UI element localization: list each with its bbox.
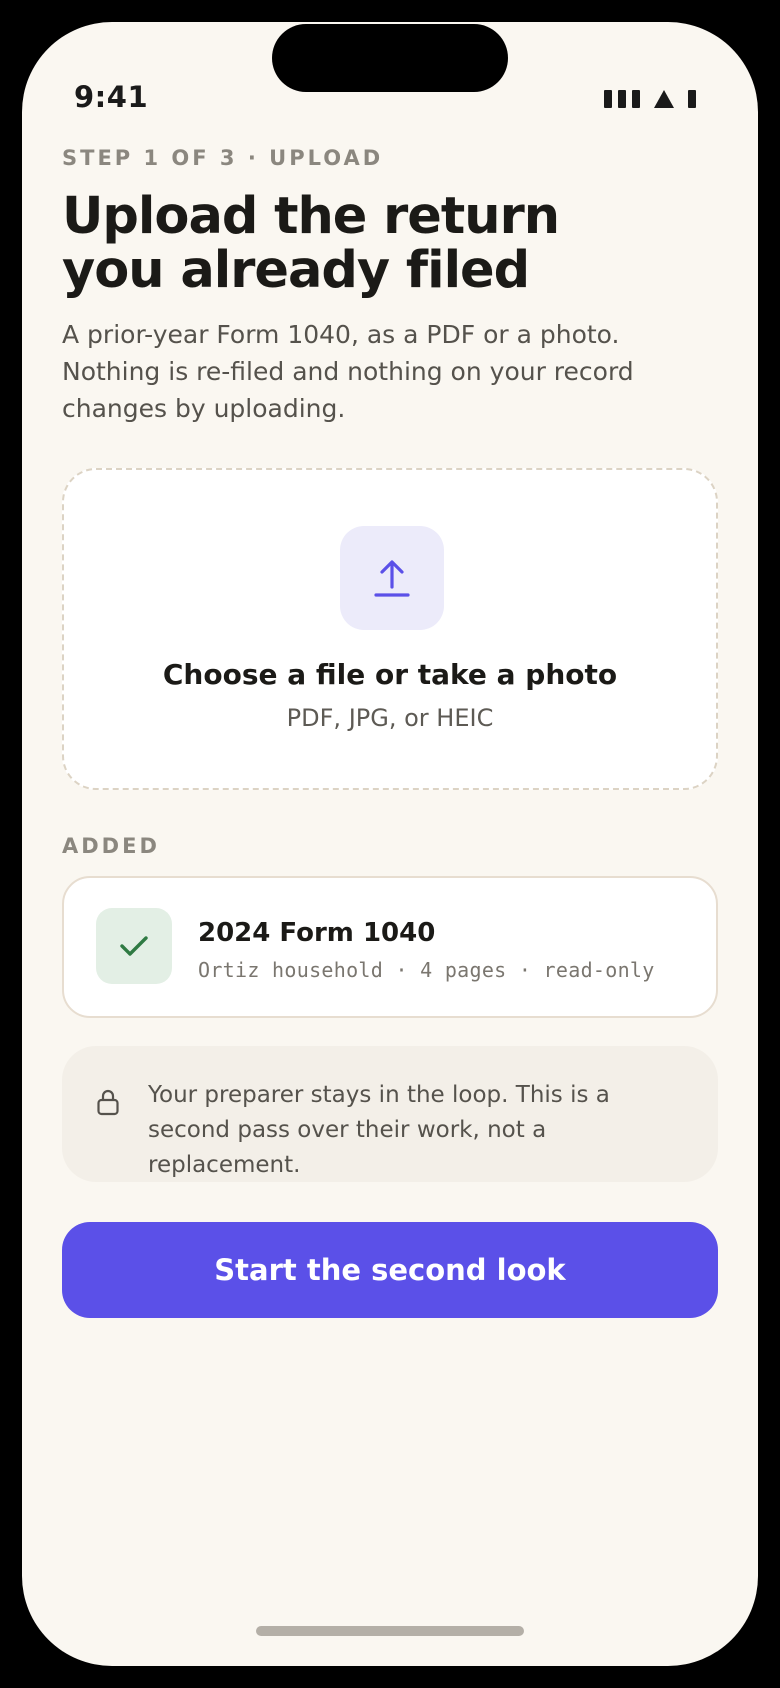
- phone-frame: 9:41 STEP 1 OF 3 · UPLOAD Upload the ret…: [0, 0, 780, 1688]
- step-label: STEP 1 OF 3 · UPLOAD: [62, 146, 384, 170]
- preparer-note-text: Your preparer stays in the loop. This is…: [148, 1082, 610, 1178]
- upload-icon-tile: [340, 526, 444, 630]
- status-icons: [604, 90, 696, 108]
- dynamic-island: [272, 24, 508, 92]
- file-name: 2024 Form 1040: [198, 918, 436, 948]
- start-second-look-button[interactable]: Start the second look: [62, 1222, 718, 1318]
- page-title-line1: Upload the return: [62, 187, 560, 246]
- added-file-card[interactable]: 2024 Form 1040 Ortiz household · 4 pages…: [62, 876, 718, 1018]
- check-icon-tile: [96, 908, 172, 984]
- home-indicator[interactable]: [256, 1626, 524, 1636]
- signal-icon: [632, 90, 640, 108]
- dropzone-title: Choose a file or take a photo: [162, 658, 618, 691]
- lock-icon: [97, 1089, 119, 1116]
- page-description: A prior-year Form 1040, as a PDF or a ph…: [62, 320, 634, 423]
- page-title-line2: you already filed: [62, 241, 530, 300]
- check-icon: [120, 936, 148, 956]
- screen: 9:41 STEP 1 OF 3 · UPLOAD Upload the ret…: [22, 22, 758, 1666]
- page-title: Upload the return you already filed: [62, 190, 662, 298]
- signal-icon: [618, 90, 626, 108]
- battery-icon: [688, 90, 696, 108]
- upload-arrow-icon: [374, 560, 410, 597]
- dropzone-subtitle: PDF, JPG, or HEIC: [286, 704, 494, 732]
- signal-icon: [604, 90, 612, 108]
- file-dropzone[interactable]: Choose a file or take a photo PDF, JPG, …: [62, 468, 718, 790]
- file-meta: Ortiz household · 4 pages · read-only: [198, 958, 655, 982]
- wifi-icon: [654, 90, 674, 108]
- status-time: 9:41: [74, 80, 149, 114]
- added-section-label: ADDED: [62, 834, 160, 858]
- preparer-note: Your preparer stays in the loop. This is…: [62, 1046, 718, 1182]
